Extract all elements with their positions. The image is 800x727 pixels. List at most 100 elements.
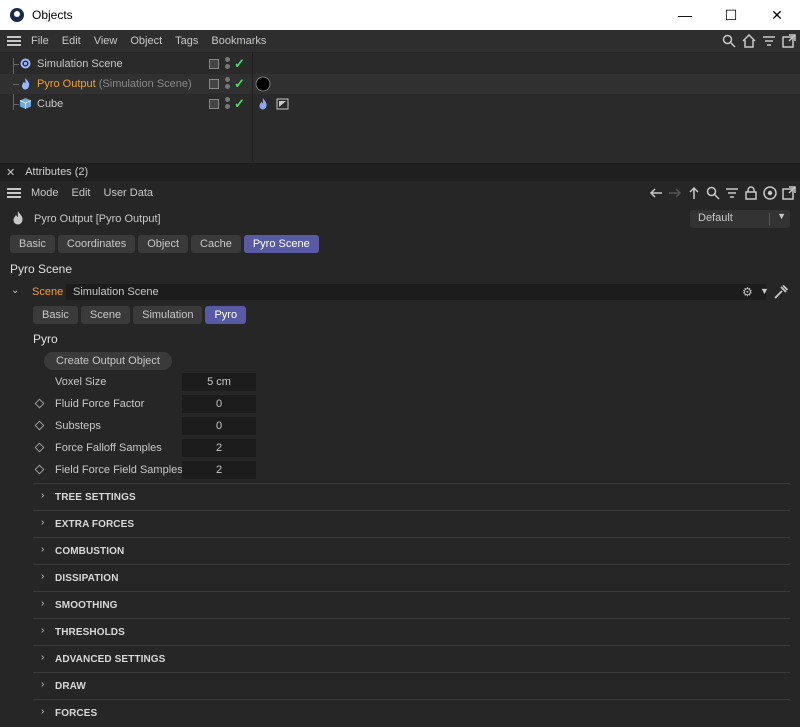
object-row-pyro-output[interactable]: Pyro Output (Simulation Scene) ✓ — [0, 74, 800, 94]
back-arrow-icon[interactable] — [649, 186, 663, 200]
picker-icon[interactable] — [773, 284, 789, 300]
scene-link-field[interactable]: Simulation Scene — [66, 284, 766, 300]
tab-basic[interactable]: Basic — [10, 235, 55, 253]
subtab-scene[interactable]: Scene — [80, 306, 131, 324]
visibility-dots-icon[interactable] — [225, 97, 231, 111]
chevron-right-icon: › — [41, 679, 45, 690]
filter-icon[interactable] — [762, 34, 776, 48]
menu-user-data[interactable]: User Data — [104, 187, 154, 199]
editor-visibility-toggle[interactable] — [209, 79, 219, 89]
tab-cache[interactable]: Cache — [191, 235, 241, 253]
close-icon[interactable]: ✕ — [6, 166, 15, 179]
selection-tag-icon[interactable] — [275, 96, 291, 112]
editor-visibility-toggle[interactable] — [209, 99, 219, 109]
group-label: FORCES — [55, 708, 98, 719]
mode-dropdown[interactable]: Default ▼ — [690, 210, 790, 228]
group-advanced-settings[interactable]: › ADVANCED SETTINGS — [33, 645, 790, 672]
visibility-dots-icon[interactable] — [225, 77, 231, 91]
pyro-tag-icon[interactable] — [255, 96, 271, 112]
minimize-button[interactable]: — — [662, 0, 708, 30]
section-title: Pyro Scene — [10, 262, 73, 276]
new-window-icon[interactable] — [782, 186, 796, 200]
enabled-check-icon[interactable]: ✓ — [234, 76, 245, 92]
param-label: Substeps — [55, 420, 101, 432]
maximize-button[interactable]: ☐ — [708, 0, 754, 30]
chevron-right-icon: › — [41, 490, 45, 501]
enabled-check-icon[interactable]: ✓ — [234, 96, 245, 112]
column-separator[interactable] — [252, 53, 253, 161]
filter-icon[interactable] — [725, 186, 739, 200]
subtab-basic[interactable]: Basic — [33, 306, 78, 324]
target-icon[interactable] — [763, 186, 777, 200]
keyframe-icon[interactable] — [34, 442, 45, 453]
object-manager-menubar: File Edit View Object Tags Bookmarks — [0, 30, 800, 52]
hamburger-menu-icon[interactable] — [7, 36, 21, 46]
new-window-icon[interactable] — [782, 34, 796, 48]
object-row-cube[interactable]: Cube ✓ — [0, 94, 800, 114]
pyro-fire-icon — [22, 78, 30, 90]
chevron-right-icon: › — [41, 517, 45, 528]
editor-visibility-toggle[interactable] — [209, 59, 219, 69]
menu-tags[interactable]: Tags — [175, 35, 198, 47]
pyro-fire-icon — [13, 211, 23, 225]
keyframe-icon[interactable] — [34, 420, 45, 431]
param-field[interactable]: 0 — [182, 417, 256, 435]
menu-object[interactable]: Object — [130, 35, 162, 47]
scene-link-row: ⌄ Scene Simulation Scene ⚙ ▼ — [0, 283, 800, 301]
chevron-down-icon: ▼ — [777, 211, 786, 221]
menu-edit[interactable]: Edit — [72, 187, 91, 199]
keyframe-icon[interactable] — [34, 398, 45, 409]
param-fluid-force-factor: Fluid Force Factor 0 — [0, 394, 800, 414]
close-button[interactable]: ✕ — [754, 0, 800, 30]
subtab-pyro[interactable]: Pyro — [205, 306, 247, 324]
param-field[interactable]: 0 — [182, 395, 256, 413]
param-field[interactable]: 5 cm — [182, 373, 256, 391]
group-draw[interactable]: › DRAW — [33, 672, 790, 699]
lock-icon[interactable] — [744, 186, 758, 200]
visibility-dots-icon[interactable] — [225, 57, 231, 71]
param-field[interactable]: 2 — [182, 439, 256, 457]
home-icon[interactable] — [742, 34, 756, 48]
create-output-object-button[interactable]: Create Output Object — [44, 352, 172, 370]
chevron-right-icon: › — [41, 625, 45, 636]
chevron-down-icon[interactable]: ⌄ — [11, 285, 19, 296]
gear-icon[interactable]: ⚙ — [742, 285, 753, 299]
tab-coordinates[interactable]: Coordinates — [57, 235, 136, 253]
material-tag-icon[interactable] — [255, 76, 271, 92]
app-logo-icon — [10, 8, 24, 22]
tab-pyro-scene[interactable]: Pyro Scene — [243, 235, 319, 253]
menu-edit[interactable]: Edit — [62, 35, 81, 47]
search-icon[interactable] — [706, 186, 720, 200]
group-forces[interactable]: › FORCES — [33, 699, 790, 726]
object-list: Simulation Scene ✓ Pyro Output (Simulati… — [0, 53, 800, 163]
param-label: Voxel Size — [55, 376, 107, 388]
menu-file[interactable]: File — [31, 35, 49, 47]
group-label: DRAW — [55, 681, 86, 692]
attributes-menubar: Mode Edit User Data — [0, 182, 800, 204]
group-combustion[interactable]: › COMBUSTION — [33, 537, 790, 564]
group-thresholds[interactable]: › THRESHOLDS — [33, 618, 790, 645]
group-extra-forces[interactable]: › EXTRA FORCES — [33, 510, 790, 537]
menu-bookmarks[interactable]: Bookmarks — [211, 35, 266, 47]
sub-tabs: Basic Scene Simulation Pyro — [33, 306, 247, 324]
enabled-check-icon[interactable]: ✓ — [234, 56, 245, 72]
tab-object[interactable]: Object — [138, 235, 189, 253]
object-row-simulation-scene[interactable]: Simulation Scene ✓ — [0, 54, 800, 74]
group-tree-settings[interactable]: › TREE SETTINGS — [33, 483, 790, 510]
param-force-falloff-samples: Force Falloff Samples 2 — [0, 438, 800, 458]
param-field-force-field-samples: Field Force Field Samples 2 — [0, 460, 800, 480]
group-label: EXTRA FORCES — [55, 519, 135, 530]
hamburger-menu-icon[interactable] — [7, 188, 21, 198]
search-icon[interactable] — [722, 34, 736, 48]
subtab-simulation[interactable]: Simulation — [133, 306, 203, 324]
up-arrow-icon[interactable] — [687, 186, 701, 200]
menu-view[interactable]: View — [94, 35, 118, 47]
group-label: ADVANCED SETTINGS — [55, 654, 166, 665]
menu-mode[interactable]: Mode — [31, 187, 59, 199]
chevron-down-icon[interactable]: ▼ — [760, 286, 769, 296]
group-dissipation[interactable]: › DISSIPATION — [33, 564, 790, 591]
group-smoothing[interactable]: › SMOOTHING — [33, 591, 790, 618]
forward-arrow-icon[interactable] — [668, 186, 682, 200]
keyframe-icon[interactable] — [34, 464, 45, 475]
param-field[interactable]: 2 — [182, 461, 256, 479]
